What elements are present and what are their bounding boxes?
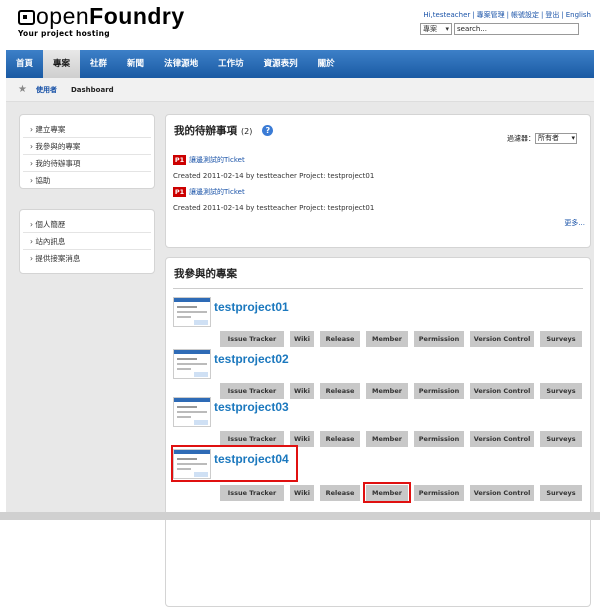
issue-tracker-button[interactable]: Issue Tracker: [220, 485, 284, 501]
permission-button[interactable]: Permission: [414, 431, 464, 447]
project-thumbnail[interactable]: [173, 397, 211, 427]
sidebar-item-help[interactable]: › 協助: [23, 172, 151, 189]
project-thumbnail[interactable]: [173, 297, 211, 327]
sidebar-item-profile[interactable]: › 個人簡歷: [23, 216, 151, 233]
nav-about[interactable]: 關於: [308, 50, 345, 78]
sidebar-panel-projects: › 建立專案 › 我參與的專案 › 我的待辦事項 › 協助: [19, 114, 155, 189]
logo-open-text: open: [36, 3, 90, 29]
project-name-link[interactable]: testproject01: [214, 300, 289, 314]
logo[interactable]: openFoundry Your project hosting: [18, 4, 185, 38]
user-greeting-link[interactable]: Hi,testeacher: [423, 11, 470, 19]
top-nav-english[interactable]: English: [566, 11, 591, 19]
search-scope-select[interactable]: 專案: [420, 23, 452, 35]
top-nav-account-settings[interactable]: 帳號設定: [511, 11, 539, 19]
project-item: testproject03 Issue Tracker Wiki Release…: [166, 397, 592, 449]
todo-panel: 我的待辦事項(2)? 過濾器：所有者 P1讓邊測試的Ticket Created…: [165, 114, 591, 248]
nav-community[interactable]: 社群: [80, 50, 117, 78]
nav-news[interactable]: 新聞: [117, 50, 154, 78]
highlight-box-member: [363, 482, 411, 503]
project-name-link[interactable]: testproject03: [214, 400, 289, 414]
priority-badge: P1: [173, 187, 186, 197]
logo-foundry-text: Foundry: [89, 3, 185, 29]
breadcrumb-user[interactable]: 使用者: [36, 85, 57, 95]
highlight-box-project: [171, 445, 298, 482]
top-nav-project-manage[interactable]: 專案管理: [477, 11, 505, 19]
version-control-button[interactable]: Version Control: [470, 331, 534, 347]
wiki-button[interactable]: Wiki: [290, 485, 314, 501]
logo-icon: [18, 10, 35, 25]
star-icon[interactable]: ★: [18, 84, 27, 95]
sidebar-item-my-todo[interactable]: › 我的待辦事項: [23, 155, 151, 172]
issue-tracker-button[interactable]: Issue Tracker: [220, 331, 284, 347]
project-name-link[interactable]: testproject02: [214, 352, 289, 366]
ticket-link[interactable]: 讓邊測試的Ticket: [189, 156, 245, 164]
sidebar-item-job-offers[interactable]: › 提供接案消息: [23, 250, 151, 267]
projects-panel: 我參與的專案 testproject01 Issue Tracker Wiki …: [165, 257, 591, 607]
project-item: testproject01 Issue Tracker Wiki Release…: [166, 297, 592, 349]
sidebar-item-messages[interactable]: › 站內訊息: [23, 233, 151, 250]
ticket-item: P1 讓邊測試的Ticket: [173, 187, 245, 197]
divider: [173, 288, 583, 289]
top-nav-logout[interactable]: 登出: [545, 11, 559, 19]
nav-workshop[interactable]: 工作坊: [208, 50, 254, 78]
ticket-link[interactable]: 讓邊測試的Ticket: [189, 188, 245, 196]
nav-legal[interactable]: 法律源地: [154, 50, 208, 78]
surveys-button[interactable]: Surveys: [540, 485, 582, 501]
surveys-button[interactable]: Surveys: [540, 431, 582, 447]
content-area: › 建立專案 › 我參與的專案 › 我的待辦事項 › 協助 › 個人簡歷 › 站…: [6, 102, 594, 607]
help-icon[interactable]: ?: [262, 125, 274, 136]
member-button[interactable]: Member: [366, 331, 408, 347]
release-button[interactable]: Release: [320, 431, 360, 447]
surveys-button[interactable]: Surveys: [540, 331, 582, 347]
breadcrumb-current: Dashboard: [70, 85, 114, 94]
version-control-button[interactable]: Version Control: [470, 431, 534, 447]
top-nav: Hi,testeacher | 專案管理 | 帳號設定 | 登出 | English: [423, 11, 591, 19]
version-control-button[interactable]: Version Control: [470, 485, 534, 501]
page-footer-bar: [0, 512, 600, 520]
sidebar-panel-personal: › 個人簡歷 › 站內訊息 › 提供接案消息: [19, 209, 155, 274]
projects-title: 我參與的專案: [174, 268, 237, 280]
wiki-button[interactable]: Wiki: [290, 331, 314, 347]
sidebar-item-create-project[interactable]: › 建立專案: [23, 121, 151, 138]
project-thumbnail[interactable]: [173, 349, 211, 379]
release-button[interactable]: Release: [320, 485, 360, 501]
permission-button[interactable]: Permission: [414, 331, 464, 347]
release-button[interactable]: Release: [320, 331, 360, 347]
main-nav: 首頁 專案 社群 新聞 法律源地 工作坊 資源表列 關於: [6, 50, 594, 78]
search-bar: 專案 search...: [420, 23, 579, 35]
todo-count: (2): [241, 127, 253, 136]
ticket-meta: Created 2011-02-14 by testteacher Projec…: [173, 172, 375, 180]
nav-projects[interactable]: 專案: [43, 50, 81, 78]
nav-home[interactable]: 首頁: [6, 50, 43, 78]
sidebar-item-my-projects[interactable]: › 我參與的專案: [23, 138, 151, 155]
priority-badge: P1: [173, 155, 186, 165]
project-item: testproject02 Issue Tracker Wiki Release…: [166, 349, 592, 401]
todo-title: 我的待辦事項 (2)?: [174, 123, 274, 138]
search-input[interactable]: search...: [454, 23, 579, 35]
more-link[interactable]: 更多...: [564, 218, 585, 228]
ticket-meta: Created 2011-02-14 by testteacher Projec…: [173, 204, 375, 212]
ticket-item: P1 讓邊測試的Ticket: [173, 155, 245, 165]
member-button[interactable]: Member: [366, 431, 408, 447]
todo-filter: 過濾器： 所有者: [507, 133, 577, 144]
logo-tagline: Your project hosting: [18, 29, 110, 38]
permission-button[interactable]: Permission: [414, 485, 464, 501]
filter-select[interactable]: 所有者: [535, 133, 577, 144]
nav-resources[interactable]: 資源表列: [254, 50, 308, 78]
breadcrumb: ★ 使用者 Dashboard: [6, 78, 594, 102]
